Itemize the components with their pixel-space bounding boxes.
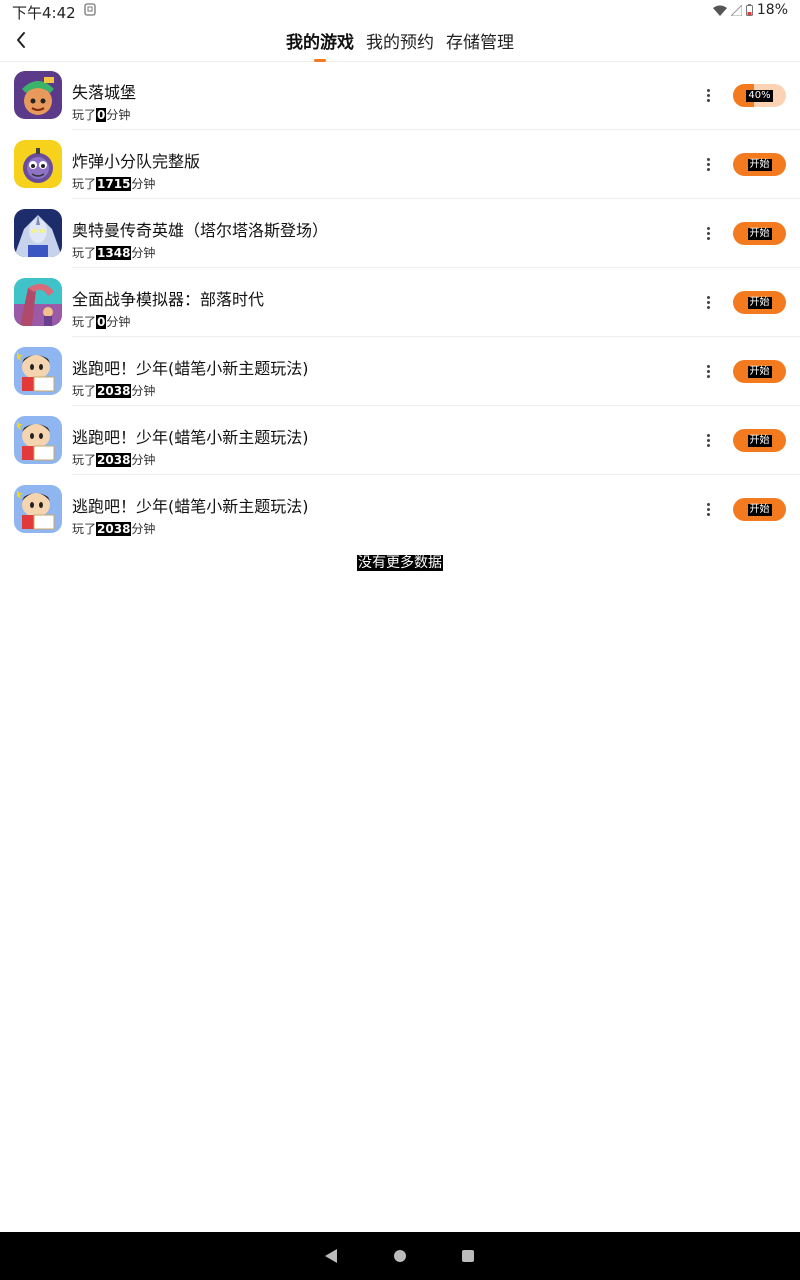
lost-castle-icon[interactable] xyxy=(14,71,62,119)
game-title: 逃跑吧！少年(蜡笔小新主题玩法) xyxy=(72,359,309,378)
play-minutes: 2038 xyxy=(96,522,132,536)
ultraman-icon[interactable] xyxy=(14,209,62,257)
start-button[interactable]: 开始 xyxy=(733,153,786,176)
status-bar: 下午4:42 18% xyxy=(0,0,800,22)
play-time: 玩了2038分钟 xyxy=(72,522,156,536)
game-title: 失落城堡 xyxy=(72,83,137,102)
start-button[interactable]: 开始 xyxy=(733,291,786,314)
start-label: 开始 xyxy=(747,434,772,447)
tab-storage-management[interactable]: 存储管理 xyxy=(445,28,515,53)
start-button[interactable]: 开始 xyxy=(733,429,786,452)
start-label: 开始 xyxy=(747,296,772,309)
status-right: 18% xyxy=(712,2,788,18)
more-options-icon[interactable] xyxy=(700,364,716,380)
game-list: 失落城堡 玩了0分钟 40% 炸弹小分队完整版 玩了1715分钟 开始 奥特曼传… xyxy=(0,61,800,544)
progress-label: 40% xyxy=(746,89,773,102)
signal-icon xyxy=(730,4,742,16)
game-title: 逃跑吧！少年(蜡笔小新主题玩法) xyxy=(72,428,309,447)
start-label: 开始 xyxy=(747,503,772,516)
game-title: 逃跑吧！少年(蜡笔小新主题玩法) xyxy=(72,497,309,516)
notification-icon xyxy=(84,3,96,16)
game-row[interactable]: 炸弹小分队完整版 玩了1715分钟 开始 xyxy=(0,130,800,199)
play-minutes: 2038 xyxy=(96,453,132,467)
start-label: 开始 xyxy=(747,365,772,378)
start-label: 开始 xyxy=(747,158,772,171)
game-row[interactable]: 全面战争模拟器：部落时代 玩了0分钟 开始 xyxy=(0,268,800,337)
tab-bar: 我的游戏 我的预约 存储管理 xyxy=(0,28,800,62)
war-simulator-icon[interactable] xyxy=(14,278,62,326)
tab-my-games[interactable]: 我的游戏 xyxy=(285,28,355,62)
play-minutes: 0 xyxy=(96,108,107,122)
status-time: 下午4:42 xyxy=(12,4,76,22)
start-button[interactable]: 开始 xyxy=(733,360,786,383)
battery-level: 18% xyxy=(756,2,788,18)
game-title: 奥特曼传奇英雄（塔尔塔洛斯登场） xyxy=(72,221,329,240)
game-row[interactable]: 奥特曼传奇英雄（塔尔塔洛斯登场） 玩了1348分钟 开始 xyxy=(0,199,800,268)
download-progress-button[interactable]: 40% xyxy=(733,84,786,107)
play-time: 玩了2038分钟 xyxy=(72,453,156,467)
wifi-icon xyxy=(712,5,727,16)
game-row[interactable]: 逃跑吧！少年(蜡笔小新主题玩法) 玩了2038分钟 开始 xyxy=(0,406,800,475)
bomb-squad-icon[interactable] xyxy=(14,140,62,188)
play-time: 玩了1348分钟 xyxy=(72,246,156,260)
more-options-icon[interactable] xyxy=(700,502,716,518)
start-label: 开始 xyxy=(747,227,772,240)
battery-icon xyxy=(745,4,753,16)
nav-home-icon[interactable] xyxy=(394,1250,406,1262)
navigation-bar xyxy=(0,1232,800,1280)
crayon-shinchan-icon[interactable] xyxy=(14,416,62,464)
more-options-icon[interactable] xyxy=(700,226,716,242)
play-minutes: 1348 xyxy=(96,246,132,260)
tab-my-reservations[interactable]: 我的预约 xyxy=(365,28,435,53)
start-button[interactable]: 开始 xyxy=(733,498,786,521)
crayon-shinchan-icon[interactable] xyxy=(14,347,62,395)
play-time: 玩了1715分钟 xyxy=(72,177,156,191)
play-minutes: 0 xyxy=(96,315,107,329)
play-time: 玩了0分钟 xyxy=(72,315,131,329)
start-button[interactable]: 开始 xyxy=(733,222,786,245)
game-title: 全面战争模拟器：部落时代 xyxy=(72,290,265,309)
play-minutes: 1715 xyxy=(96,177,132,191)
no-more-data-text: 没有更多数据 xyxy=(357,555,443,571)
more-options-icon[interactable] xyxy=(700,295,716,311)
game-row[interactable]: 逃跑吧！少年(蜡笔小新主题玩法) 玩了2038分钟 开始 xyxy=(0,337,800,406)
nav-recents-icon[interactable] xyxy=(462,1250,474,1262)
more-options-icon[interactable] xyxy=(700,433,716,449)
crayon-shinchan-icon[interactable] xyxy=(14,485,62,533)
play-minutes: 2038 xyxy=(96,384,132,398)
more-options-icon[interactable] xyxy=(700,157,716,173)
game-row[interactable]: 逃跑吧！少年(蜡笔小新主题玩法) 玩了2038分钟 开始 xyxy=(0,475,800,544)
play-time: 玩了0分钟 xyxy=(72,108,131,122)
play-time: 玩了2038分钟 xyxy=(72,384,156,398)
nav-back-icon[interactable] xyxy=(325,1249,337,1263)
game-title: 炸弹小分队完整版 xyxy=(72,152,201,171)
tab-my-games-label: 我的游戏 xyxy=(286,33,354,53)
game-row[interactable]: 失落城堡 玩了0分钟 40% xyxy=(0,61,800,130)
tab-storage-management-label: 存储管理 xyxy=(446,33,514,53)
tab-my-reservations-label: 我的预约 xyxy=(366,33,434,53)
header: 我的游戏 我的预约 存储管理 xyxy=(0,22,800,62)
more-options-icon[interactable] xyxy=(700,88,716,104)
